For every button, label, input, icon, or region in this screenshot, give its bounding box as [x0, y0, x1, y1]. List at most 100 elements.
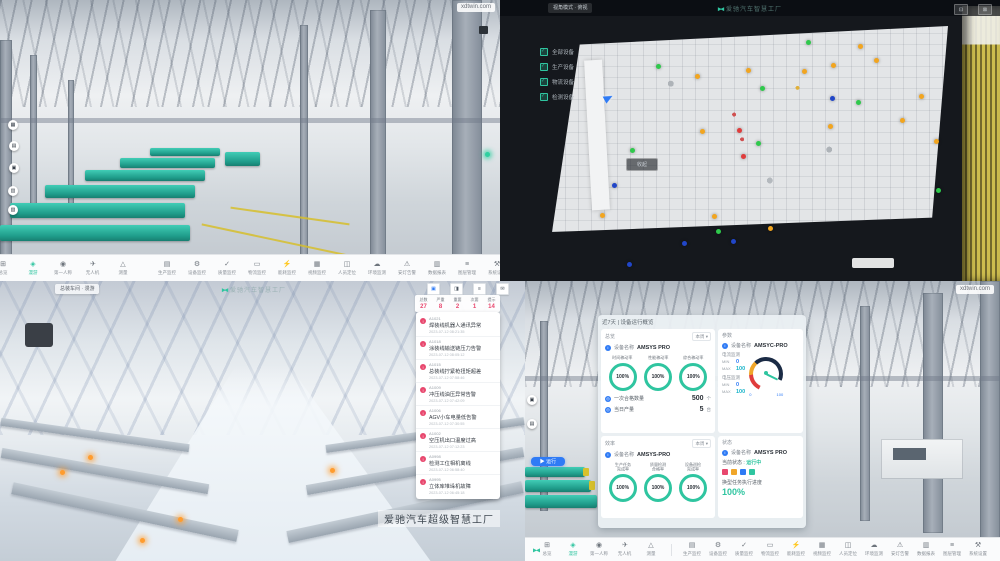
toolbar-item[interactable]: ☁ 环境监测: [362, 261, 392, 276]
view-mode-pill[interactable]: 视角模式 · 俯视: [548, 3, 592, 13]
toolbar-item[interactable]: ⚡ 能耗监控: [272, 261, 302, 276]
toolbar-item[interactable]: ✈ 无人机: [612, 542, 638, 557]
view-mode-pill[interactable]: 总装车间 · 漫游: [55, 284, 99, 294]
device-dot[interactable]: [900, 118, 905, 123]
alarm-list-button[interactable]: ◨: [450, 283, 463, 295]
toolbar-item[interactable]: ▦ 视频监控: [809, 542, 835, 557]
device-dot[interactable]: [806, 40, 811, 45]
toolbar-item[interactable]: ⚡ 能耗监控: [783, 542, 809, 557]
device-dot[interactable]: [828, 124, 833, 129]
toolbar-item[interactable]: ⚙ 设备监控: [705, 542, 731, 557]
device-dot[interactable]: [919, 94, 924, 99]
marker-badge[interactable]: ▤: [9, 141, 19, 151]
device-dot[interactable]: [768, 226, 773, 231]
device-dot[interactable]: [741, 154, 746, 159]
device-dot[interactable]: [627, 262, 632, 267]
device-dot[interactable]: [874, 58, 879, 63]
device-dot[interactable]: [656, 64, 661, 69]
device-dot[interactable]: [831, 63, 836, 68]
alarm-item[interactable]: ! A0995 立体库堆垛机故障 2023-07-12 06:45:18: [416, 475, 500, 497]
toolbar-item[interactable]: ⚒ 系统设置: [482, 261, 500, 276]
status-icon[interactable]: [731, 469, 737, 475]
toolbar-item[interactable]: ⚒ 系统设置: [965, 542, 991, 557]
status-icon[interactable]: [749, 469, 755, 475]
toolbar-item[interactable]: ◫ 人员定位: [332, 261, 362, 276]
alarm-item[interactable]: ! A1021 焊装线机器人通讯异常 2023-07-12 08:21:35: [416, 314, 500, 337]
device-dot[interactable]: [712, 214, 717, 219]
compass-icon[interactable]: [479, 26, 488, 34]
toolbar-item[interactable]: ▤ 生产监控: [152, 261, 182, 276]
marker-badge[interactable]: ▦: [8, 120, 18, 130]
status-icon[interactable]: [722, 469, 728, 475]
alarm-item[interactable]: ! A1006 AGV小车电量低告警 2023-07-12 07:30:55: [416, 406, 500, 429]
device-dot[interactable]: [830, 96, 835, 101]
device-dot[interactable]: [934, 139, 939, 144]
marker-badge[interactable]: ▤: [527, 419, 537, 429]
device-dot[interactable]: [756, 141, 761, 146]
collapse-button[interactable]: 收起: [626, 158, 658, 171]
device-dot[interactable]: [856, 100, 861, 105]
device-dot[interactable]: [716, 229, 721, 234]
toolbar-item[interactable]: △ 测量: [108, 261, 138, 276]
toolbar-item[interactable]: ≡ 图层管理: [939, 542, 965, 557]
toolbar-item[interactable]: ✓ 质量监控: [731, 542, 757, 557]
device-dot[interactable]: [858, 44, 863, 49]
period-dropdown[interactable]: 本周 ▾: [692, 439, 711, 448]
marker-badge[interactable]: ▣: [527, 395, 537, 405]
toolbar-item[interactable]: ◉ 第一人称: [48, 261, 78, 276]
device-dot[interactable]: [700, 129, 705, 134]
status-icon[interactable]: [740, 469, 746, 475]
toolbar-item[interactable]: ⚠ 安灯告警: [392, 261, 422, 276]
toolbar-item[interactable]: ◫ 人员定位: [835, 542, 861, 557]
toolbar-item[interactable]: ☁ 环境监测: [861, 542, 887, 557]
floor-plan[interactable]: [552, 26, 948, 232]
alarm-item[interactable]: ! A1002 空压机出口温度过高 2023-07-12 07:12:23: [416, 429, 500, 452]
toolbar-item[interactable]: ▭ 物流监控: [242, 261, 272, 276]
device-dot[interactable]: [630, 148, 635, 153]
status-beacon[interactable]: [485, 152, 490, 157]
device-dot[interactable]: [936, 188, 941, 193]
marker-badge[interactable]: ▧: [8, 205, 18, 215]
alarm-mail-button[interactable]: ✉: [496, 283, 509, 295]
settings-button[interactable]: ⊠: [978, 4, 992, 15]
layer-checkbox[interactable]: 生产设备: [540, 63, 574, 71]
alarm-item[interactable]: ! A1009 冲压线油压异常告警 2023-07-12 07:42:09: [416, 383, 500, 406]
alarm-item[interactable]: ! A1015 总装线拧紧枪扭矩超差 2023-07-12 07:58:46: [416, 360, 500, 383]
toolbar-item[interactable]: ▤ 生产监控: [679, 542, 705, 557]
device-dot[interactable]: [612, 183, 617, 188]
alarm-menu-button[interactable]: ≡: [473, 283, 486, 295]
alarm-filter-button[interactable]: ▣: [427, 283, 440, 295]
device-dot[interactable]: [746, 68, 751, 73]
run-button[interactable]: ▶ 运行: [531, 457, 565, 466]
device-dot[interactable]: [731, 239, 736, 244]
period-dropdown[interactable]: 本周 ▾: [692, 332, 711, 341]
toolbar-item[interactable]: ▥ 数据报表: [422, 261, 452, 276]
device-dot[interactable]: [600, 213, 605, 218]
toolbar-item[interactable]: ◉ 第一人称: [586, 542, 612, 557]
layer-checkbox[interactable]: 全部设备: [540, 48, 574, 56]
toolbar-item[interactable]: ⚙ 设备监控: [182, 261, 212, 276]
marker-badge[interactable]: ▥: [8, 186, 18, 196]
alarm-item[interactable]: ! A0998 检测工位相机离线 2023-07-12 06:58:40: [416, 452, 500, 475]
toolbar-item[interactable]: ◈ 漫游: [18, 261, 48, 276]
toolbar-item[interactable]: ◈ 漫游: [560, 542, 586, 557]
toolbar-item[interactable]: ⊞ 总览: [0, 261, 18, 276]
toolbar-item[interactable]: ✓ 质量监控: [212, 261, 242, 276]
alarm-item[interactable]: ! A1018 涂装线输送链压力告警 2023-07-12 08:05:12: [416, 337, 500, 360]
toolbar-item[interactable]: ✈ 无人机: [78, 261, 108, 276]
layer-checkbox[interactable]: 物流设备: [540, 78, 574, 86]
toolbar-item[interactable]: △ 测量: [638, 542, 664, 557]
fullscreen-button[interactable]: ⊡: [954, 4, 968, 15]
toolbar-item[interactable]: ▦ 视频监控: [302, 261, 332, 276]
device-dot[interactable]: [737, 128, 742, 133]
toolbar-item[interactable]: ⚠ 安灯告警: [887, 542, 913, 557]
device-dot[interactable]: [802, 69, 807, 74]
toolbar-item[interactable]: ▥ 数据报表: [913, 542, 939, 557]
layer-checkbox[interactable]: 检测设备: [540, 93, 574, 101]
toolbar-item[interactable]: ≡ 图层管理: [452, 261, 482, 276]
map-legend-chip[interactable]: [852, 258, 894, 268]
device-dot[interactable]: [760, 86, 765, 91]
device-dot[interactable]: [682, 241, 687, 246]
marker-badge[interactable]: ▣: [9, 163, 19, 173]
device-dot[interactable]: [695, 74, 700, 79]
